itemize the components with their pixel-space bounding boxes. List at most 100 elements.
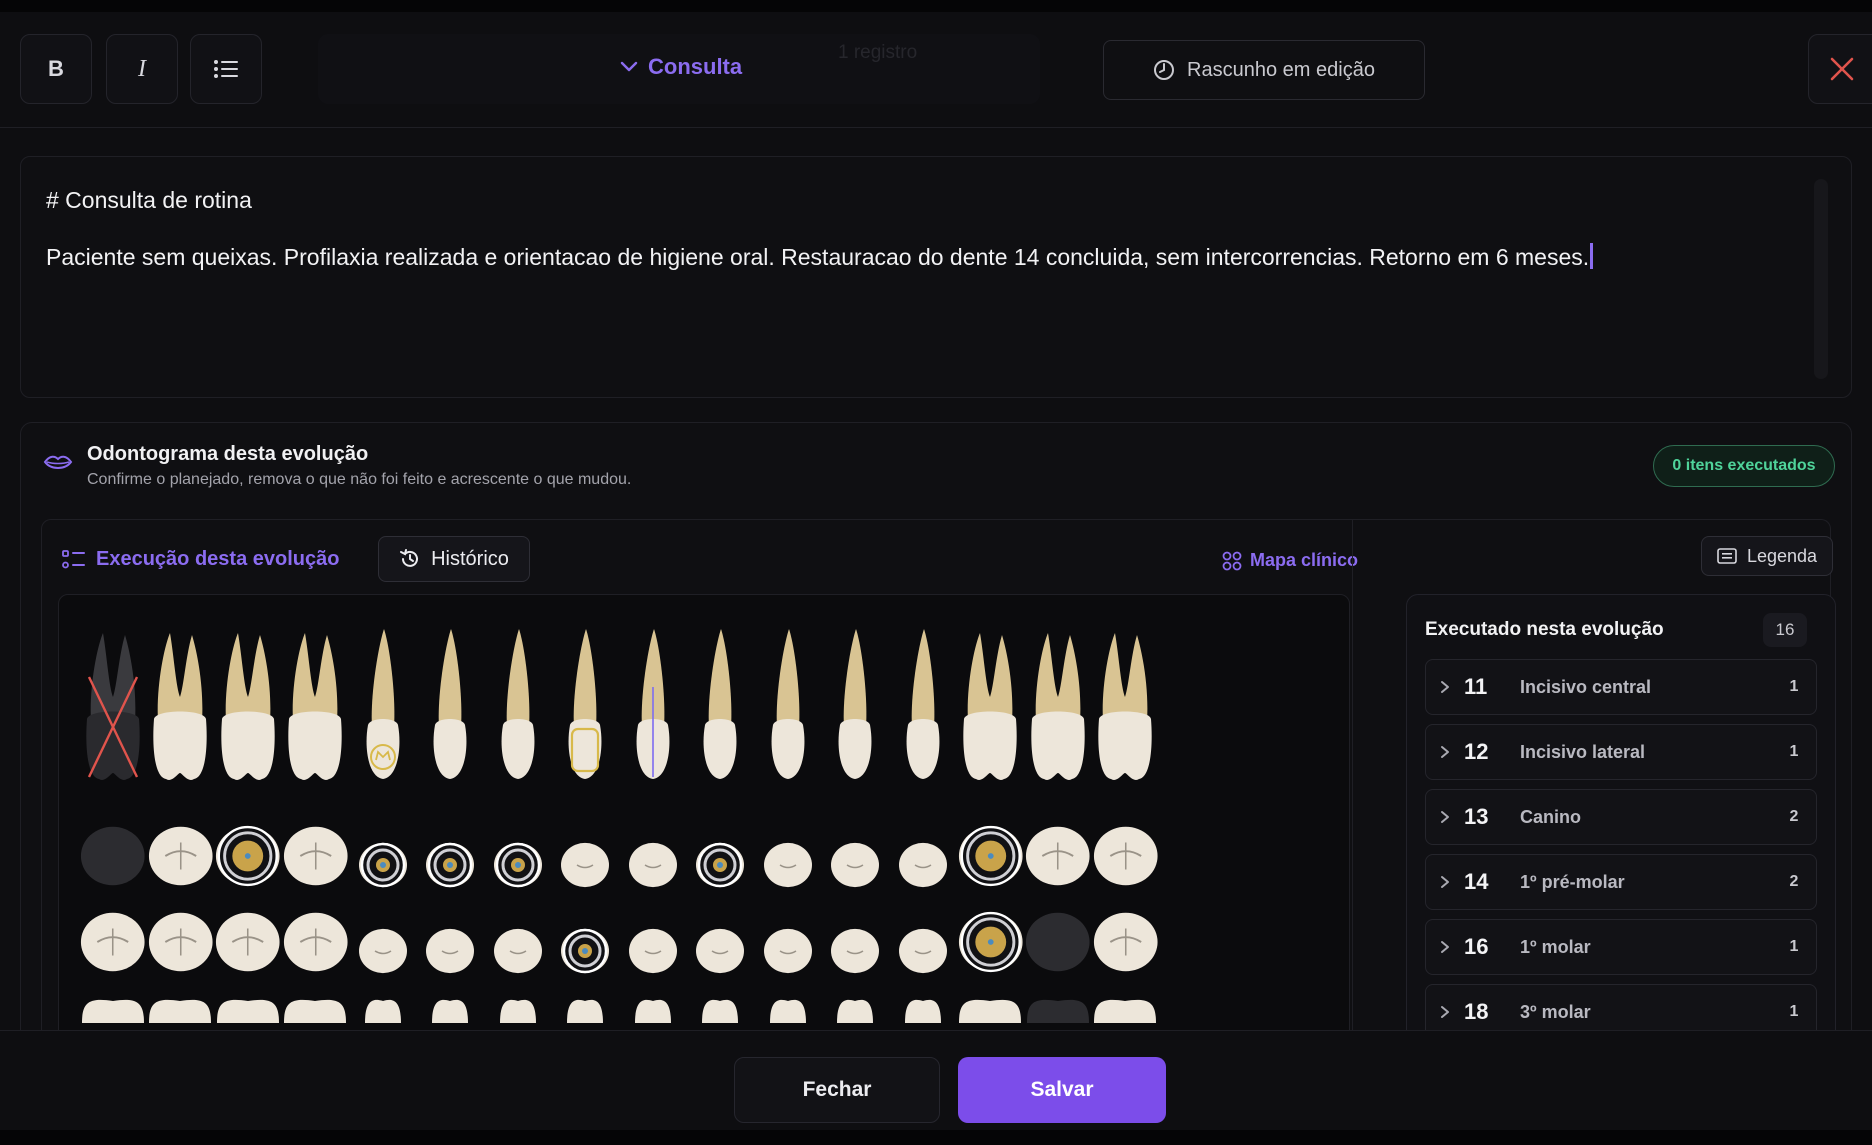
- tooth[interactable]: [552, 901, 620, 977]
- tooth[interactable]: [79, 815, 147, 891]
- tab-history[interactable]: Histórico: [378, 536, 530, 582]
- italic-button[interactable]: I: [106, 34, 178, 104]
- legend-button[interactable]: Legenda: [1701, 536, 1833, 576]
- expand-chevron[interactable]: [1426, 875, 1464, 889]
- save-button[interactable]: Salvar: [958, 1057, 1166, 1123]
- tooth[interactable]: [619, 993, 687, 1023]
- tooth[interactable]: [282, 815, 350, 891]
- tooth[interactable]: [1092, 617, 1160, 797]
- clinical-map-link[interactable]: Mapa clínico: [1222, 550, 1358, 571]
- tooth[interactable]: [889, 617, 957, 797]
- tooth-icon: [628, 928, 677, 974]
- tooth[interactable]: [147, 617, 215, 797]
- tooth[interactable]: [79, 617, 147, 797]
- close-button[interactable]: [1808, 34, 1872, 104]
- bold-button[interactable]: B: [20, 34, 92, 104]
- tooth[interactable]: [754, 815, 822, 891]
- tooth[interactable]: [822, 617, 890, 797]
- tooth[interactable]: [282, 617, 350, 797]
- executed-item[interactable]: 11 Incisivo central 1: [1425, 659, 1817, 715]
- expand-chevron[interactable]: [1426, 1005, 1464, 1019]
- tooth[interactable]: [147, 815, 215, 891]
- tooth[interactable]: [282, 901, 350, 977]
- tooth[interactable]: [1092, 901, 1160, 977]
- tooth[interactable]: [214, 815, 282, 891]
- tooth[interactable]: [282, 993, 350, 1023]
- tooth[interactable]: [147, 993, 215, 1023]
- tooth[interactable]: [1092, 815, 1160, 891]
- tooth[interactable]: [889, 815, 957, 891]
- tooth-icon: [1025, 826, 1090, 886]
- tooth[interactable]: [484, 993, 552, 1023]
- tooth[interactable]: [552, 617, 620, 797]
- tooth[interactable]: [619, 815, 687, 891]
- tooth[interactable]: [957, 815, 1025, 891]
- tooth[interactable]: [889, 901, 957, 977]
- executed-item[interactable]: 13 Canino 2: [1425, 789, 1817, 845]
- tab-execution[interactable]: Execução desta evolução: [62, 548, 339, 571]
- tooth[interactable]: [79, 993, 147, 1023]
- editor-scrollbar[interactable]: [1814, 179, 1828, 379]
- tooth[interactable]: [754, 901, 822, 977]
- tooth[interactable]: [687, 617, 755, 797]
- expand-chevron[interactable]: [1426, 940, 1464, 954]
- executed-item[interactable]: 14 1º pré-molar 2: [1425, 854, 1817, 910]
- executed-title: Executado nesta evolução: [1425, 619, 1664, 640]
- expand-chevron[interactable]: [1426, 810, 1464, 824]
- tooth[interactable]: [1024, 901, 1092, 977]
- tooth[interactable]: [349, 901, 417, 977]
- tooth[interactable]: [147, 901, 215, 977]
- tooth[interactable]: [957, 993, 1025, 1023]
- tooth[interactable]: [1092, 993, 1160, 1023]
- close-modal-button[interactable]: Fechar: [734, 1057, 940, 1123]
- tooth[interactable]: [484, 815, 552, 891]
- executed-item[interactable]: 16 1º molar 1: [1425, 919, 1817, 975]
- tooth[interactable]: [214, 617, 282, 797]
- tooth[interactable]: [417, 617, 485, 797]
- tooth[interactable]: [214, 993, 282, 1023]
- tooth[interactable]: [1024, 617, 1092, 797]
- tooth[interactable]: [822, 815, 890, 891]
- tooth[interactable]: [687, 993, 755, 1023]
- chevron-right-icon: [1441, 876, 1449, 888]
- expand-chevron[interactable]: [1426, 680, 1464, 694]
- notes-editor[interactable]: # Consulta de rotina Paciente sem queixa…: [20, 156, 1852, 398]
- section-dropdown[interactable]: Consulta: [620, 54, 742, 80]
- tooth[interactable]: [417, 901, 485, 977]
- tooth[interactable]: [349, 815, 417, 891]
- tooth[interactable]: [957, 617, 1025, 797]
- tooth[interactable]: [1024, 815, 1092, 891]
- tooth[interactable]: [619, 617, 687, 797]
- tooth[interactable]: [619, 901, 687, 977]
- tooth[interactable]: [484, 901, 552, 977]
- tooth[interactable]: [417, 815, 485, 891]
- grid-icon: [1222, 551, 1242, 570]
- tooth[interactable]: [687, 815, 755, 891]
- tooth-name: Canino: [1520, 806, 1581, 827]
- editor-toolbar: B I 1 registro Consulta Rascunho em ediç…: [0, 12, 1872, 128]
- tooth[interactable]: [79, 901, 147, 977]
- tooth[interactable]: [484, 617, 552, 797]
- tooth[interactable]: [214, 901, 282, 977]
- tooth[interactable]: [957, 901, 1025, 977]
- history-icon: [400, 549, 419, 567]
- tooth[interactable]: [417, 993, 485, 1023]
- executed-item[interactable]: 12 Incisivo lateral 1: [1425, 724, 1817, 780]
- tooth-icon: [153, 633, 207, 780]
- tooth[interactable]: [552, 815, 620, 891]
- tooth-icon: [149, 999, 212, 1023]
- tooth[interactable]: [349, 993, 417, 1023]
- tooth[interactable]: [687, 901, 755, 977]
- tooth[interactable]: [1024, 993, 1092, 1023]
- tooth[interactable]: [552, 993, 620, 1023]
- tooth[interactable]: [889, 993, 957, 1023]
- tooth[interactable]: [754, 617, 822, 797]
- tooth-icon: [221, 633, 275, 780]
- tooth[interactable]: [822, 993, 890, 1023]
- tooth[interactable]: [754, 993, 822, 1023]
- expand-chevron[interactable]: [1426, 745, 1464, 759]
- tooth[interactable]: [822, 901, 890, 977]
- tooth[interactable]: [349, 617, 417, 797]
- bullet-list-button[interactable]: [190, 34, 262, 104]
- tooth-number: 14: [1464, 869, 1489, 894]
